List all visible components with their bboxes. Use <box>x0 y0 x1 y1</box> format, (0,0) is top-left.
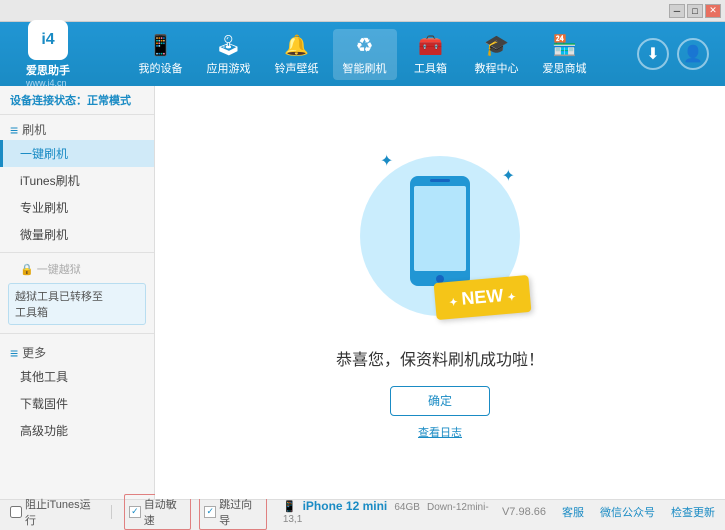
minimize-btn[interactable]: ─ <box>669 4 685 18</box>
mall-icon: 🏪 <box>552 33 577 58</box>
header: i4 爱思助手 www.i4.cn 📱 我的设备 🕹 应用游戏 🔔 铃声壁纸 ♻… <box>0 22 725 86</box>
tutorial-icon: 🎓 <box>484 33 509 58</box>
sidebar-info-box: 越狱工具已转移至工具箱 <box>8 283 146 325</box>
content-area: ✦ ✦ NEW 恭喜您，保资料刷机成功啦！ 确定 查看日志 <box>155 86 725 499</box>
bottom-bar: 阻止iTunes运行 自动敏速 跳过向导 📱 iPhone 12 mini 64… <box>0 499 725 523</box>
success-illustration: ✦ ✦ NEW <box>360 146 520 326</box>
maximize-btn[interactable]: □ <box>687 4 703 18</box>
logo-icon: i4 <box>28 20 68 60</box>
header-actions: ⬇ 👤 <box>637 38 717 70</box>
status-bar: 设备连接状态：正常模式 <box>0 86 154 115</box>
skip-wizard-checkbox[interactable] <box>204 506 216 518</box>
apps-icon: 🕹 <box>216 33 241 58</box>
logo[interactable]: i4 爱思助手 www.i4.cn <box>8 20 88 88</box>
main: 设备连接状态：正常模式 ≡ 刷机 一键刷机 iTunes刷机 专业刷机 微量刷机… <box>0 86 725 499</box>
sparkle2-icon: ✦ <box>502 166 515 186</box>
nav-mall[interactable]: 🏪 爱思商城 <box>533 29 597 80</box>
sidebar-item-other-tools[interactable]: 其他工具 <box>0 363 154 390</box>
logo-text: 爱思助手 www.i4.cn <box>26 62 70 88</box>
flash-icon: ♻ <box>356 33 374 58</box>
user-btn[interactable]: 👤 <box>677 38 709 70</box>
sparkle1-icon: ✦ <box>380 151 393 171</box>
sidebar-divider <box>0 252 154 253</box>
nav-tutorial[interactable]: 🎓 教程中心 <box>465 29 529 80</box>
download-btn[interactable]: ⬇ <box>637 38 669 70</box>
device-info: 📱 iPhone 12 mini 64GB Down-12mini-13,1 <box>283 499 502 525</box>
sidebar-item-pro-flash[interactable]: 专业刷机 <box>0 194 154 221</box>
sidebar-more-section: ≡ 更多 <box>0 338 154 363</box>
toolbox-icon: 🧰 <box>418 33 443 58</box>
sidebar-flash-section: ≡ 刷机 <box>0 115 154 140</box>
nav-smart-flash[interactable]: ♻ 智能刷机 <box>333 29 397 80</box>
phone-container: ✦ ✦ NEW <box>360 146 520 326</box>
view-log-link[interactable]: 查看日志 <box>418 424 462 440</box>
section-icon: ≡ <box>10 122 18 138</box>
nav-toolbox[interactable]: 🧰 工具箱 <box>401 29 461 80</box>
new-badge: NEW <box>434 274 532 319</box>
confirm-button[interactable]: 确定 <box>390 386 490 416</box>
sidebar-item-advanced[interactable]: 高级功能 <box>0 417 154 444</box>
sidebar-item-one-key-flash[interactable]: 一键刷机 <box>0 140 154 167</box>
stop-itunes-checkbox[interactable] <box>10 506 22 518</box>
nav: 📱 我的设备 🕹 应用游戏 🔔 铃声壁纸 ♻ 智能刷机 🧰 工具箱 🎓 教程中心… <box>88 29 637 80</box>
sidebar-item-download-firmware[interactable]: 下载固件 <box>0 390 154 417</box>
sidebar-item-itunes-flash[interactable]: iTunes刷机 <box>0 167 154 194</box>
close-btn[interactable]: ✕ <box>705 4 721 18</box>
ringtone-icon: 🔔 <box>284 33 309 58</box>
auto-flash-checkbox[interactable] <box>129 506 141 518</box>
more-section-icon: ≡ <box>10 345 18 361</box>
success-text: 恭喜您，保资料刷机成功啦！ <box>336 346 544 370</box>
nav-apps-games[interactable]: 🕹 应用游戏 <box>197 29 261 80</box>
sidebar-item-wipe-flash[interactable]: 微量刷机 <box>0 221 154 248</box>
sidebar: 设备连接状态：正常模式 ≡ 刷机 一键刷机 iTunes刷机 专业刷机 微量刷机… <box>0 86 155 499</box>
sidebar-divider2 <box>0 333 154 334</box>
bottom-right: V7.98.66 客服 微信公众号 检查更新 <box>502 504 715 520</box>
sidebar-grayed-jailbreak: 🔒 一键越狱 <box>0 257 154 279</box>
nav-ringtones[interactable]: 🔔 铃声壁纸 <box>265 29 329 80</box>
device-icon: 📱 <box>148 33 173 58</box>
divider <box>111 505 112 519</box>
titlebar: ─ □ ✕ <box>0 0 725 22</box>
nav-my-device[interactable]: 📱 我的设备 <box>129 29 193 80</box>
